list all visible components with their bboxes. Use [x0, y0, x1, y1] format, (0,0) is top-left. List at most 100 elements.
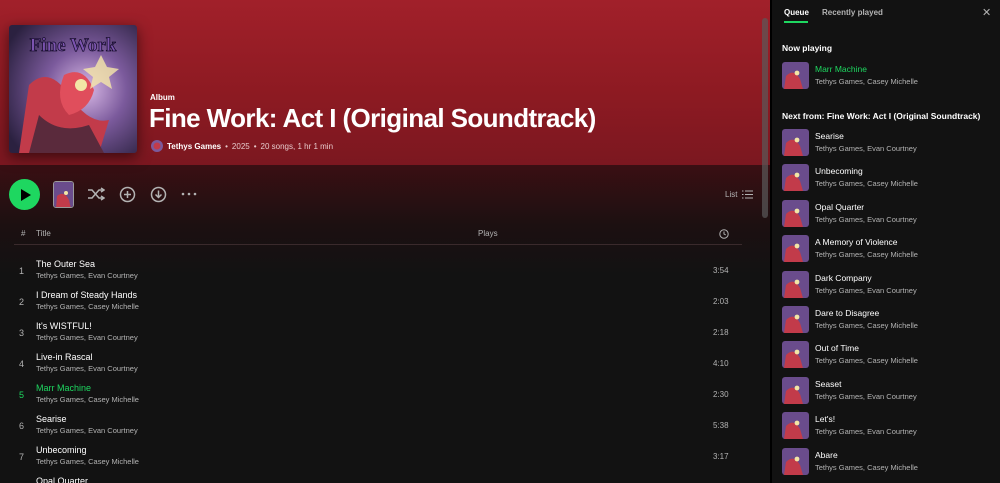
download-icon[interactable] [148, 184, 168, 204]
table-header-divider [14, 244, 742, 245]
track-thumbnail [782, 129, 809, 156]
track-thumbnail [782, 376, 809, 404]
queue-item-title[interactable]: Seaset [815, 379, 841, 389]
now-playing-heading: Now playing [782, 43, 833, 53]
track-duration: 2:18 [713, 328, 729, 337]
queue-item-artists[interactable]: Tethys Games, Evan Courtney [815, 215, 917, 224]
queue-item-artists[interactable]: Tethys Games, Evan Courtney [815, 144, 917, 153]
view-mode-label: List [725, 190, 738, 199]
table-row[interactable]: 8Opal Quarter [0, 473, 760, 483]
track-thumbnail [782, 199, 809, 227]
meta-separator: • [253, 141, 257, 151]
track-duration: 2:30 [713, 390, 729, 399]
queue-item[interactable]: Opal Quarter Tethys Games, Evan Courtney [782, 199, 992, 228]
now-playing-title[interactable]: Marr Machine [815, 64, 867, 74]
play-icon [21, 188, 31, 201]
album-meta: Tethys Games • 2025 • 20 songs, 1 hr 1 m… [151, 140, 333, 152]
table-row[interactable]: 7 Unbecoming Tethys Games, Casey Michelle 3… [0, 442, 760, 473]
more-options-icon[interactable] [179, 184, 199, 204]
table-row[interactable]: 1 The Outer Sea Tethys Games, Evan Courtne… [0, 256, 760, 287]
shuffle-icon[interactable] [86, 184, 106, 204]
queue-item-artists[interactable]: Tethys Games, Evan Courtney [815, 427, 917, 436]
queue-item-title[interactable]: Dark Company [815, 273, 872, 283]
queue-item-title[interactable]: Searise [815, 131, 844, 141]
meta-separator: • [225, 141, 228, 151]
queue-item[interactable]: Dare to Disagree Tethys Games, Casey Mich… [782, 306, 992, 334]
track-artists[interactable]: Tethys Games, Casey Michelle [36, 457, 139, 466]
queue-item[interactable]: Unbecoming Tethys Games, Casey Michelle [782, 164, 992, 192]
queue-item-artists[interactable]: Tethys Games, Evan Courtney [815, 286, 917, 295]
track-title[interactable]: The Outer Sea [36, 259, 95, 269]
track-thumbnail [782, 270, 809, 298]
next-from-heading[interactable]: Next from: Fine Work: Act I (Original So… [782, 111, 980, 121]
now-playing-item[interactable]: Marr Machine Tethys Games, Casey Michell… [782, 62, 992, 90]
queue-item-artists[interactable]: Tethys Games, Casey Michelle [815, 250, 918, 259]
close-icon[interactable]: ✕ [982, 6, 991, 19]
queue-item-artists[interactable]: Tethys Games, Casey Michelle [815, 321, 918, 330]
track-title[interactable]: Unbecoming [36, 445, 87, 455]
app-window: Fine Work Album Fine Work: Act I (Origin… [0, 0, 1000, 483]
track-artists[interactable]: Tethys Games, Evan Courtney [36, 271, 138, 280]
queue-item-artists[interactable]: Tethys Games, Evan Courtney [815, 392, 917, 401]
queue-item-title[interactable]: Out of Time [815, 343, 859, 353]
mini-cover-button[interactable] [53, 181, 74, 208]
track-thumbnail [782, 306, 809, 333]
tab-queue-indicator [784, 21, 808, 23]
album-summary: 20 songs, 1 hr 1 min [260, 141, 334, 151]
artist-link[interactable]: Tethys Games [167, 142, 221, 151]
track-title[interactable]: Opal Quarter [36, 476, 88, 483]
table-row[interactable]: 3 It's WISTFUL! Tethys Games, Evan Courtne… [0, 318, 760, 349]
track-artists[interactable]: Tethys Games, Evan Courtney [36, 333, 138, 342]
track-title[interactable]: Searise [36, 414, 67, 424]
queue-item[interactable]: A Memory of Violence Tethys Games, Casey … [782, 235, 992, 263]
column-plays-header[interactable]: Plays [478, 229, 498, 238]
queue-item[interactable]: Let's! Tethys Games, Evan Courtney [782, 412, 992, 440]
track-duration: 3:54 [713, 266, 729, 275]
table-row[interactable]: 6 Searise Tethys Games, Evan Courtney 5:38 [0, 411, 760, 442]
queue-item[interactable]: Searise Tethys Games, Evan Courtney [782, 129, 992, 157]
track-duration: 5:38 [713, 421, 729, 430]
track-title[interactable]: Marr Machine [36, 383, 91, 393]
track-title[interactable]: Live-in Rascal [36, 352, 93, 362]
main-scrollbar[interactable] [762, 18, 768, 218]
queue-item-title[interactable]: Opal Quarter [815, 202, 864, 212]
tab-recently-played[interactable]: Recently played [822, 8, 883, 17]
queue-item-title[interactable]: Unbecoming [815, 166, 863, 176]
queue-item-title[interactable]: Abare [815, 450, 838, 460]
track-artists[interactable]: Tethys Games, Evan Courtney [36, 364, 138, 373]
queue-item[interactable]: Seaset Tethys Games, Evan Courtney [782, 376, 992, 405]
tab-queue[interactable]: Queue [784, 8, 809, 17]
track-title[interactable]: It's WISTFUL! [36, 321, 92, 331]
track-number: 3 [19, 328, 25, 338]
track-number: 5 [19, 390, 25, 400]
track-duration: 3:17 [713, 452, 729, 461]
track-artists[interactable]: Tethys Games, Casey Michelle [36, 395, 139, 404]
queue-item-artists[interactable]: Tethys Games, Casey Michelle [815, 463, 918, 472]
artist-avatar[interactable] [151, 140, 163, 152]
column-title-header[interactable]: Title [36, 229, 51, 238]
track-duration: 4:10 [713, 359, 729, 368]
queue-item-title[interactable]: Let's! [815, 414, 835, 424]
play-button[interactable] [9, 179, 40, 210]
table-row[interactable]: 2 I Dream of Steady Hands Tethys Games, Ca… [0, 287, 760, 318]
queue-item[interactable]: Dark Company Tethys Games, Evan Courtney [782, 270, 992, 299]
duration-clock-icon[interactable] [719, 229, 729, 239]
queue-item-artists[interactable]: Tethys Games, Casey Michelle [815, 356, 918, 365]
table-row[interactable]: 4 Live-in Rascal Tethys Games, Evan Courtn… [0, 349, 760, 380]
add-to-library-icon[interactable] [117, 184, 137, 204]
queue-item[interactable]: Out of Time Tethys Games, Casey Michelle [782, 341, 992, 369]
queue-item-artists[interactable]: Tethys Games, Casey Michelle [815, 179, 918, 188]
track-thumbnail [782, 447, 809, 475]
track-thumbnail [782, 412, 809, 440]
album-year: 2025 [231, 141, 250, 151]
queue-item[interactable]: Abare Tethys Games, Casey Michelle [782, 447, 992, 476]
queue-item-title[interactable]: Dare to Disagree [815, 308, 879, 318]
view-mode-toggle[interactable]: List [725, 190, 754, 199]
table-row[interactable]: 5 Marr Machine Tethys Games, Casey Michell… [0, 380, 760, 411]
track-title[interactable]: I Dream of Steady Hands [36, 290, 137, 300]
track-artists[interactable]: Tethys Games, Casey Michelle [36, 302, 139, 311]
track-artists[interactable]: Tethys Games, Evan Courtney [36, 426, 138, 435]
queue-item-title[interactable]: A Memory of Violence [815, 237, 898, 247]
now-playing-artists[interactable]: Tethys Games, Casey Michelle [815, 77, 918, 86]
main-panel: Fine Work Album Fine Work: Act I (Origin… [0, 0, 770, 483]
